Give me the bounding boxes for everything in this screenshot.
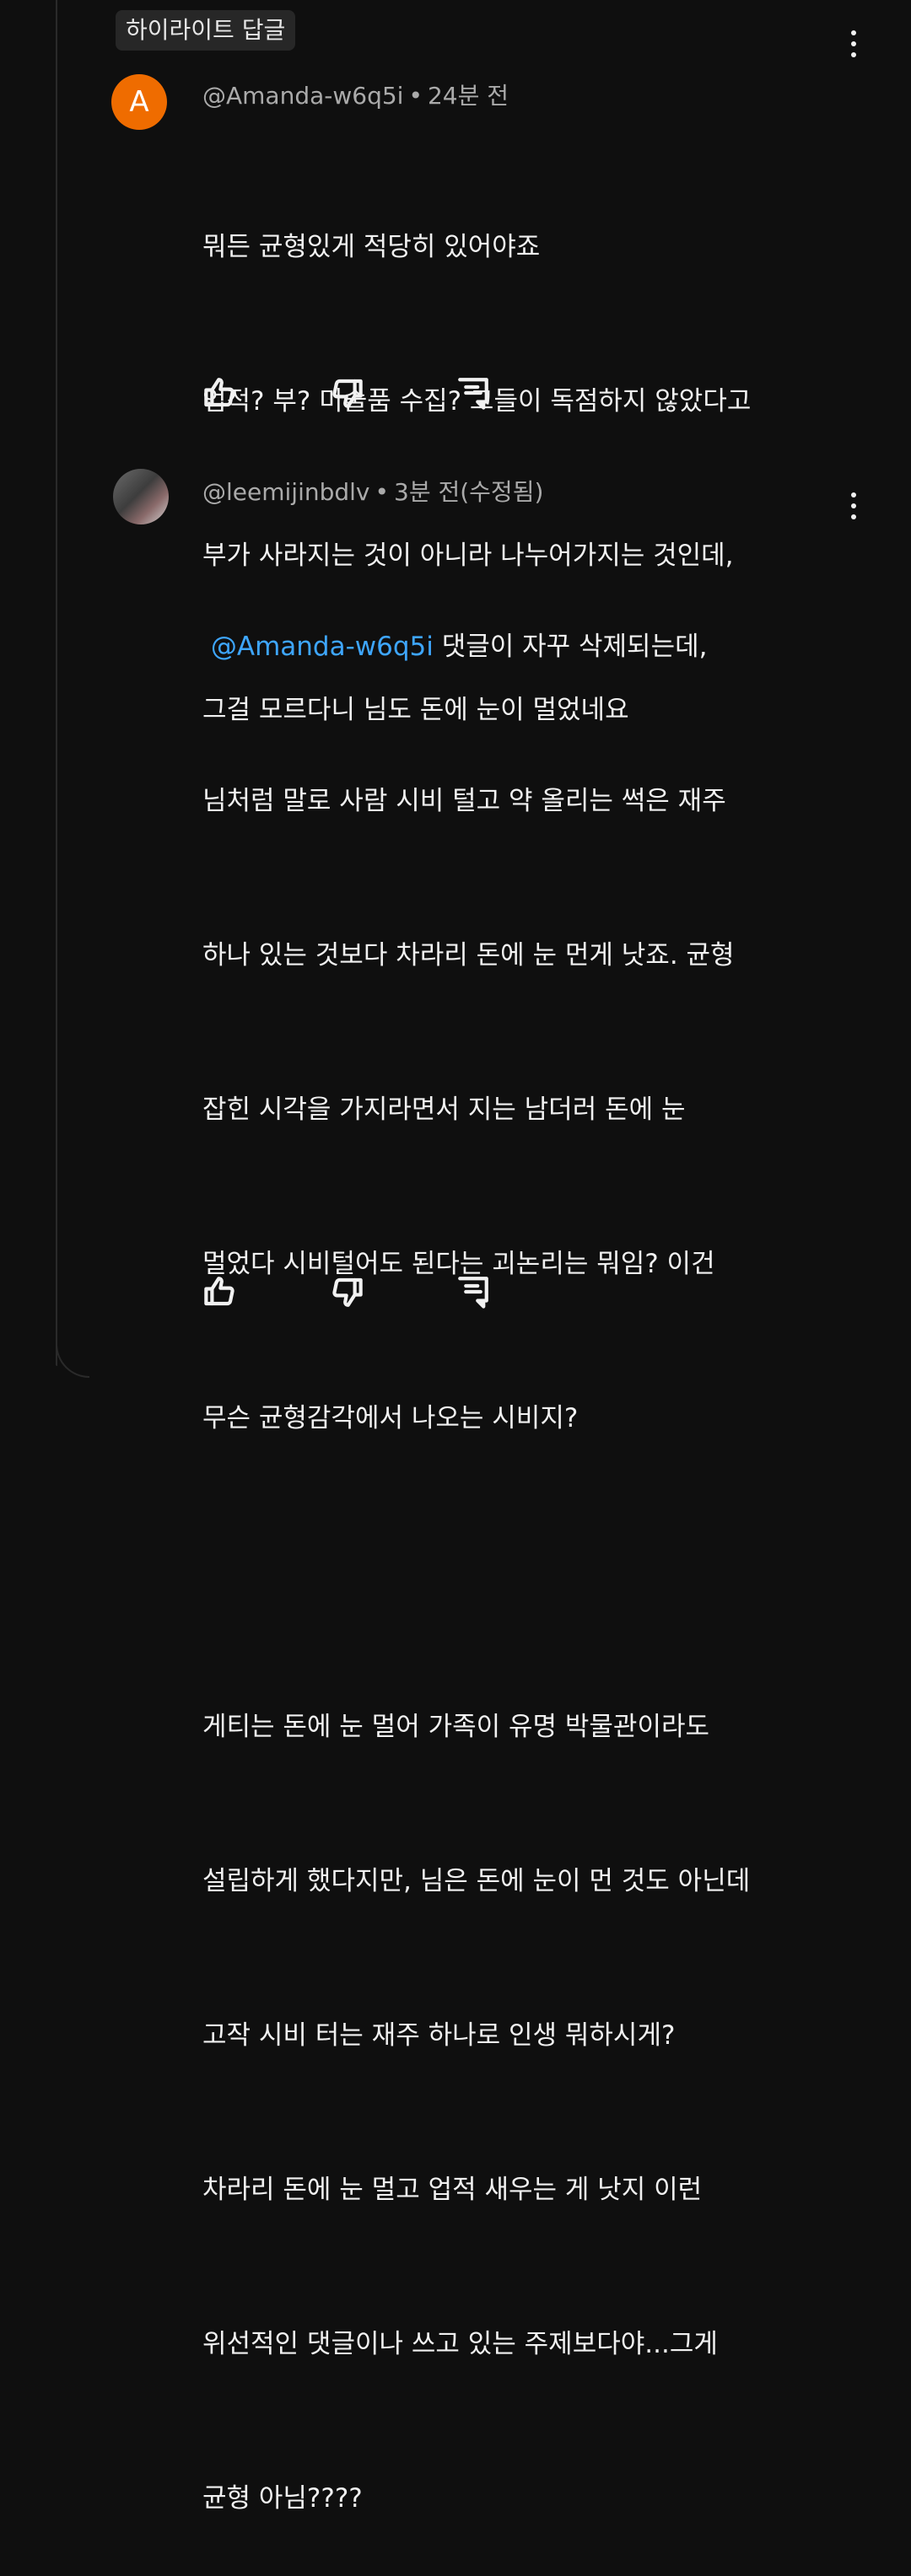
like-button[interactable] (202, 373, 329, 413)
dislike-button[interactable] (329, 1272, 456, 1312)
author-name[interactable]: @Amanda-w6q5i (202, 82, 403, 110)
comment-line: 균형 아님???? (202, 2483, 363, 2514)
dislike-icon (332, 379, 363, 408)
dislike-icon (332, 1277, 363, 1307)
comment-text: 댓글이 자꾸 삭제되는데, (433, 632, 708, 662)
comment-line: 위선적인 댓글이나 쓰고 있는 주제보다야...그게 (202, 2329, 718, 2359)
reply-icon (458, 1277, 488, 1309)
comment-actions (202, 373, 582, 413)
like-button[interactable] (202, 1272, 329, 1312)
comment-line: 하나 있는 것보다 차라리 돈에 눈 먼게 낫죠. 균형 (202, 940, 735, 971)
reply-button[interactable] (456, 373, 582, 413)
comment-line: 차라리 돈에 눈 멀고 업적 새우는 게 낫지 이런 (202, 2175, 703, 2205)
comment-meta: @leemijinbdlv • 3분 전(수정됨) (202, 474, 543, 508)
comment-actions (202, 1272, 582, 1312)
avatar[interactable]: A (111, 74, 167, 130)
comment-line: 게티는 돈에 눈 멀어 가족이 유명 박물관이라도 (202, 1712, 710, 1742)
comment-line: 설립하게 했다지만, 님은 돈에 눈이 먼 것도 아닌데 (202, 1866, 751, 1896)
more-vert-icon[interactable] (841, 27, 866, 61)
comment-line: 뭐든 균형있게 적당히 있어야죠 (202, 232, 541, 262)
comment-line: 무슨 균형감각에서 나오는 시비지? (202, 1403, 579, 1433)
like-icon (204, 378, 234, 407)
comment-time: 3분 전(수정됨) (394, 478, 544, 506)
comment-line: 님처럼 말로 사람 시비 털고 약 올리는 썩은 재주 (202, 786, 726, 816)
separator-dot: • (375, 478, 390, 506)
reply-icon (458, 378, 488, 410)
mention-link[interactable]: @Amanda-w6q5i (211, 632, 434, 662)
dislike-button[interactable] (329, 373, 456, 413)
comment-meta: @Amanda-w6q5i • 24분 전 (202, 78, 509, 111)
comment-line (202, 1547, 852, 1599)
author-name[interactable]: @leemijinbdlv (202, 478, 370, 506)
thread-curve (56, 1341, 89, 1378)
thread-line (56, 0, 57, 1366)
comment-line: 고작 시비 터는 재주 하나로 인생 뭐하시게? (202, 2020, 676, 2051)
avatar-letter: A (129, 85, 149, 119)
reply-button[interactable] (456, 1272, 582, 1312)
comment-line: @Amanda-w6q5i 댓글이 자꾸 삭제되는데, (202, 621, 852, 673)
comment-body: @Amanda-w6q5i 댓글이 자꾸 삭제되는데, 님처럼 말로 사람 시비… (202, 519, 852, 2576)
like-icon (204, 1277, 234, 1306)
separator-dot: • (408, 82, 423, 110)
comment-line: 잡힌 시각을 가지라면서 지는 남더러 돈에 눈 (202, 1094, 686, 1125)
avatar[interactable] (113, 469, 169, 524)
comment-time: 24분 전 (427, 82, 509, 110)
highlighted-reply-chip: 하이라이트 답글 (116, 10, 296, 51)
more-vert-icon[interactable] (841, 489, 866, 523)
